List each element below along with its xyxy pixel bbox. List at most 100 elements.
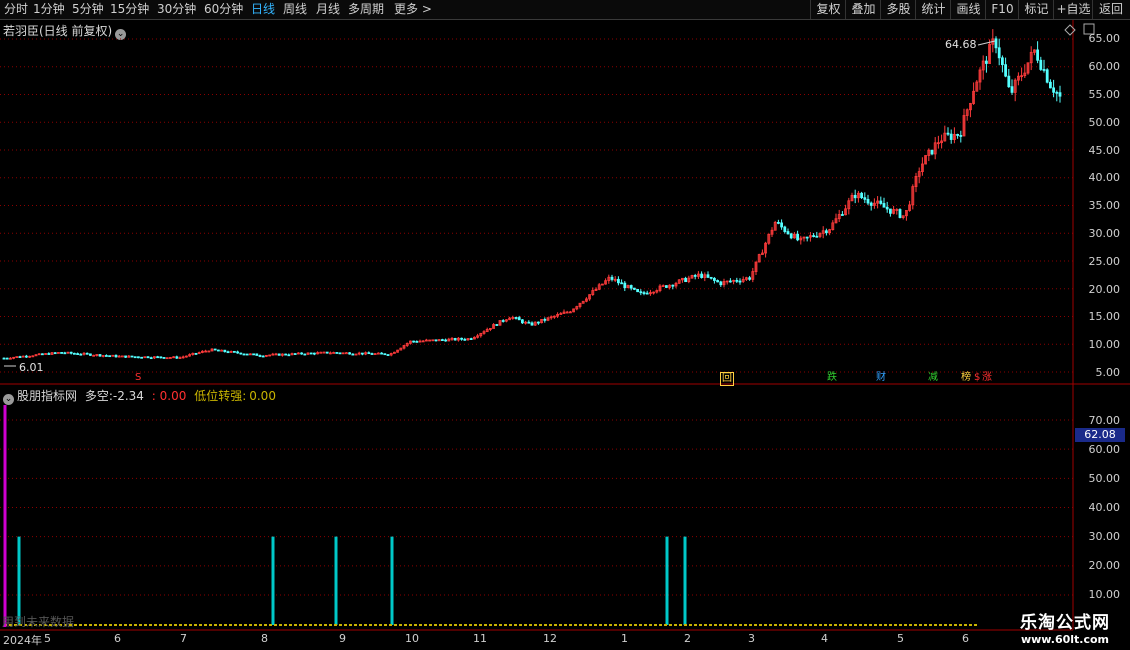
candle-body [1045, 69, 1049, 83]
y-tick: 55.00 [1088, 88, 1121, 101]
candle-body [293, 353, 297, 355]
candle-body [879, 200, 883, 204]
candle-body [530, 322, 534, 326]
candle-body [325, 351, 329, 354]
candle-body [853, 194, 857, 199]
candle-body [1055, 91, 1059, 94]
candle-body [63, 352, 67, 355]
candle-body [149, 357, 153, 360]
candle-body [719, 281, 723, 286]
candle-body [709, 276, 713, 279]
candle-body [783, 226, 787, 232]
candle-body [232, 350, 236, 353]
date-tick: 5 [897, 632, 904, 645]
candle-body [1058, 92, 1062, 97]
indicator-value-2: : 0.00 [151, 389, 187, 403]
candle-body [383, 353, 387, 356]
candle-body [41, 353, 44, 356]
candle-body [53, 352, 57, 355]
date-tick: 2 [684, 632, 691, 645]
candle-body [706, 274, 710, 278]
candle-body [777, 221, 780, 224]
duokong-value: -2.34 [112, 389, 144, 403]
candle-body [994, 38, 998, 49]
y-tick: 25.00 [1088, 255, 1121, 268]
candle-body [319, 351, 323, 354]
y-tick: 60.00 [1088, 60, 1121, 73]
y-tick: 15.00 [1088, 310, 1121, 323]
candle-body [780, 222, 783, 228]
candle-body [469, 338, 473, 340]
candle-body [440, 339, 444, 341]
candle-body [521, 319, 524, 324]
date-tick: 2024年 [3, 634, 42, 647]
watermark-line2: www.60lt.com [1020, 633, 1110, 646]
candle-body [527, 321, 531, 324]
chart-canvas [0, 20, 1130, 631]
candle-body [501, 320, 505, 322]
y-tick: 5.00 [1095, 366, 1121, 379]
chevron-down-icon[interactable]: ⌄ [3, 394, 14, 405]
event-badge[interactable]: 涨 [981, 372, 993, 384]
event-badge[interactable]: 跌 [826, 372, 838, 384]
candle-body [869, 202, 873, 206]
date-tick: 5 [44, 632, 51, 645]
event-badge[interactable]: S [134, 372, 142, 384]
event-badge[interactable]: 榜 [960, 372, 972, 384]
candle-body [930, 149, 934, 155]
high-price-label: 64.68 [945, 38, 977, 51]
candle-body [460, 337, 464, 340]
candle-body [136, 356, 140, 359]
y-tick: 70.00 [1088, 414, 1121, 427]
candle-body [693, 275, 697, 277]
candle-body [380, 352, 384, 355]
candle-body [18, 356, 22, 358]
candle-body [623, 282, 627, 289]
candle-body [255, 353, 259, 356]
candle-body [495, 324, 499, 326]
candle-body [140, 356, 144, 359]
candle-body [146, 356, 150, 359]
candle-body [114, 354, 118, 358]
date-tick: 3 [748, 632, 755, 645]
candle-body [729, 280, 732, 283]
candle-body [303, 353, 307, 356]
candle-body [537, 321, 540, 324]
candle-body [60, 352, 63, 354]
candle-body [1007, 75, 1011, 88]
y-tick: 10.00 [1088, 338, 1121, 351]
candle-body [517, 317, 521, 321]
candle-body [85, 352, 89, 355]
candle-body [1001, 57, 1004, 66]
y-tick: 60.00 [1088, 443, 1121, 456]
candle-body [130, 355, 134, 358]
candle-body [956, 133, 959, 136]
candle-body [642, 292, 646, 294]
event-badge[interactable]: 回 [720, 372, 734, 386]
y-tick: 35.00 [1088, 199, 1121, 212]
candle-body [825, 230, 828, 234]
candle-body [713, 277, 716, 281]
date-tick: 7 [180, 632, 187, 645]
candle-body [312, 352, 316, 355]
candle-body [985, 60, 988, 64]
date-tick: 6 [962, 632, 969, 645]
y-tick: 65.00 [1088, 32, 1121, 45]
event-badge[interactable]: 财 [875, 372, 887, 384]
candle-body [5, 357, 9, 360]
candle-body [89, 353, 92, 356]
candle-body [684, 277, 687, 283]
event-badge[interactable]: 减 [927, 372, 939, 384]
candle-body [1042, 69, 1046, 71]
candle-body [959, 135, 963, 137]
candle-body [348, 352, 352, 355]
candle-body [815, 235, 819, 238]
candle-body [194, 352, 198, 355]
date-tick: 6 [114, 632, 121, 645]
candle-body [1036, 49, 1039, 61]
candle-body [629, 285, 633, 289]
candle-body [543, 318, 547, 321]
candle-body [226, 351, 230, 354]
candle-body [738, 280, 742, 283]
y-tick: 30.00 [1088, 530, 1121, 543]
